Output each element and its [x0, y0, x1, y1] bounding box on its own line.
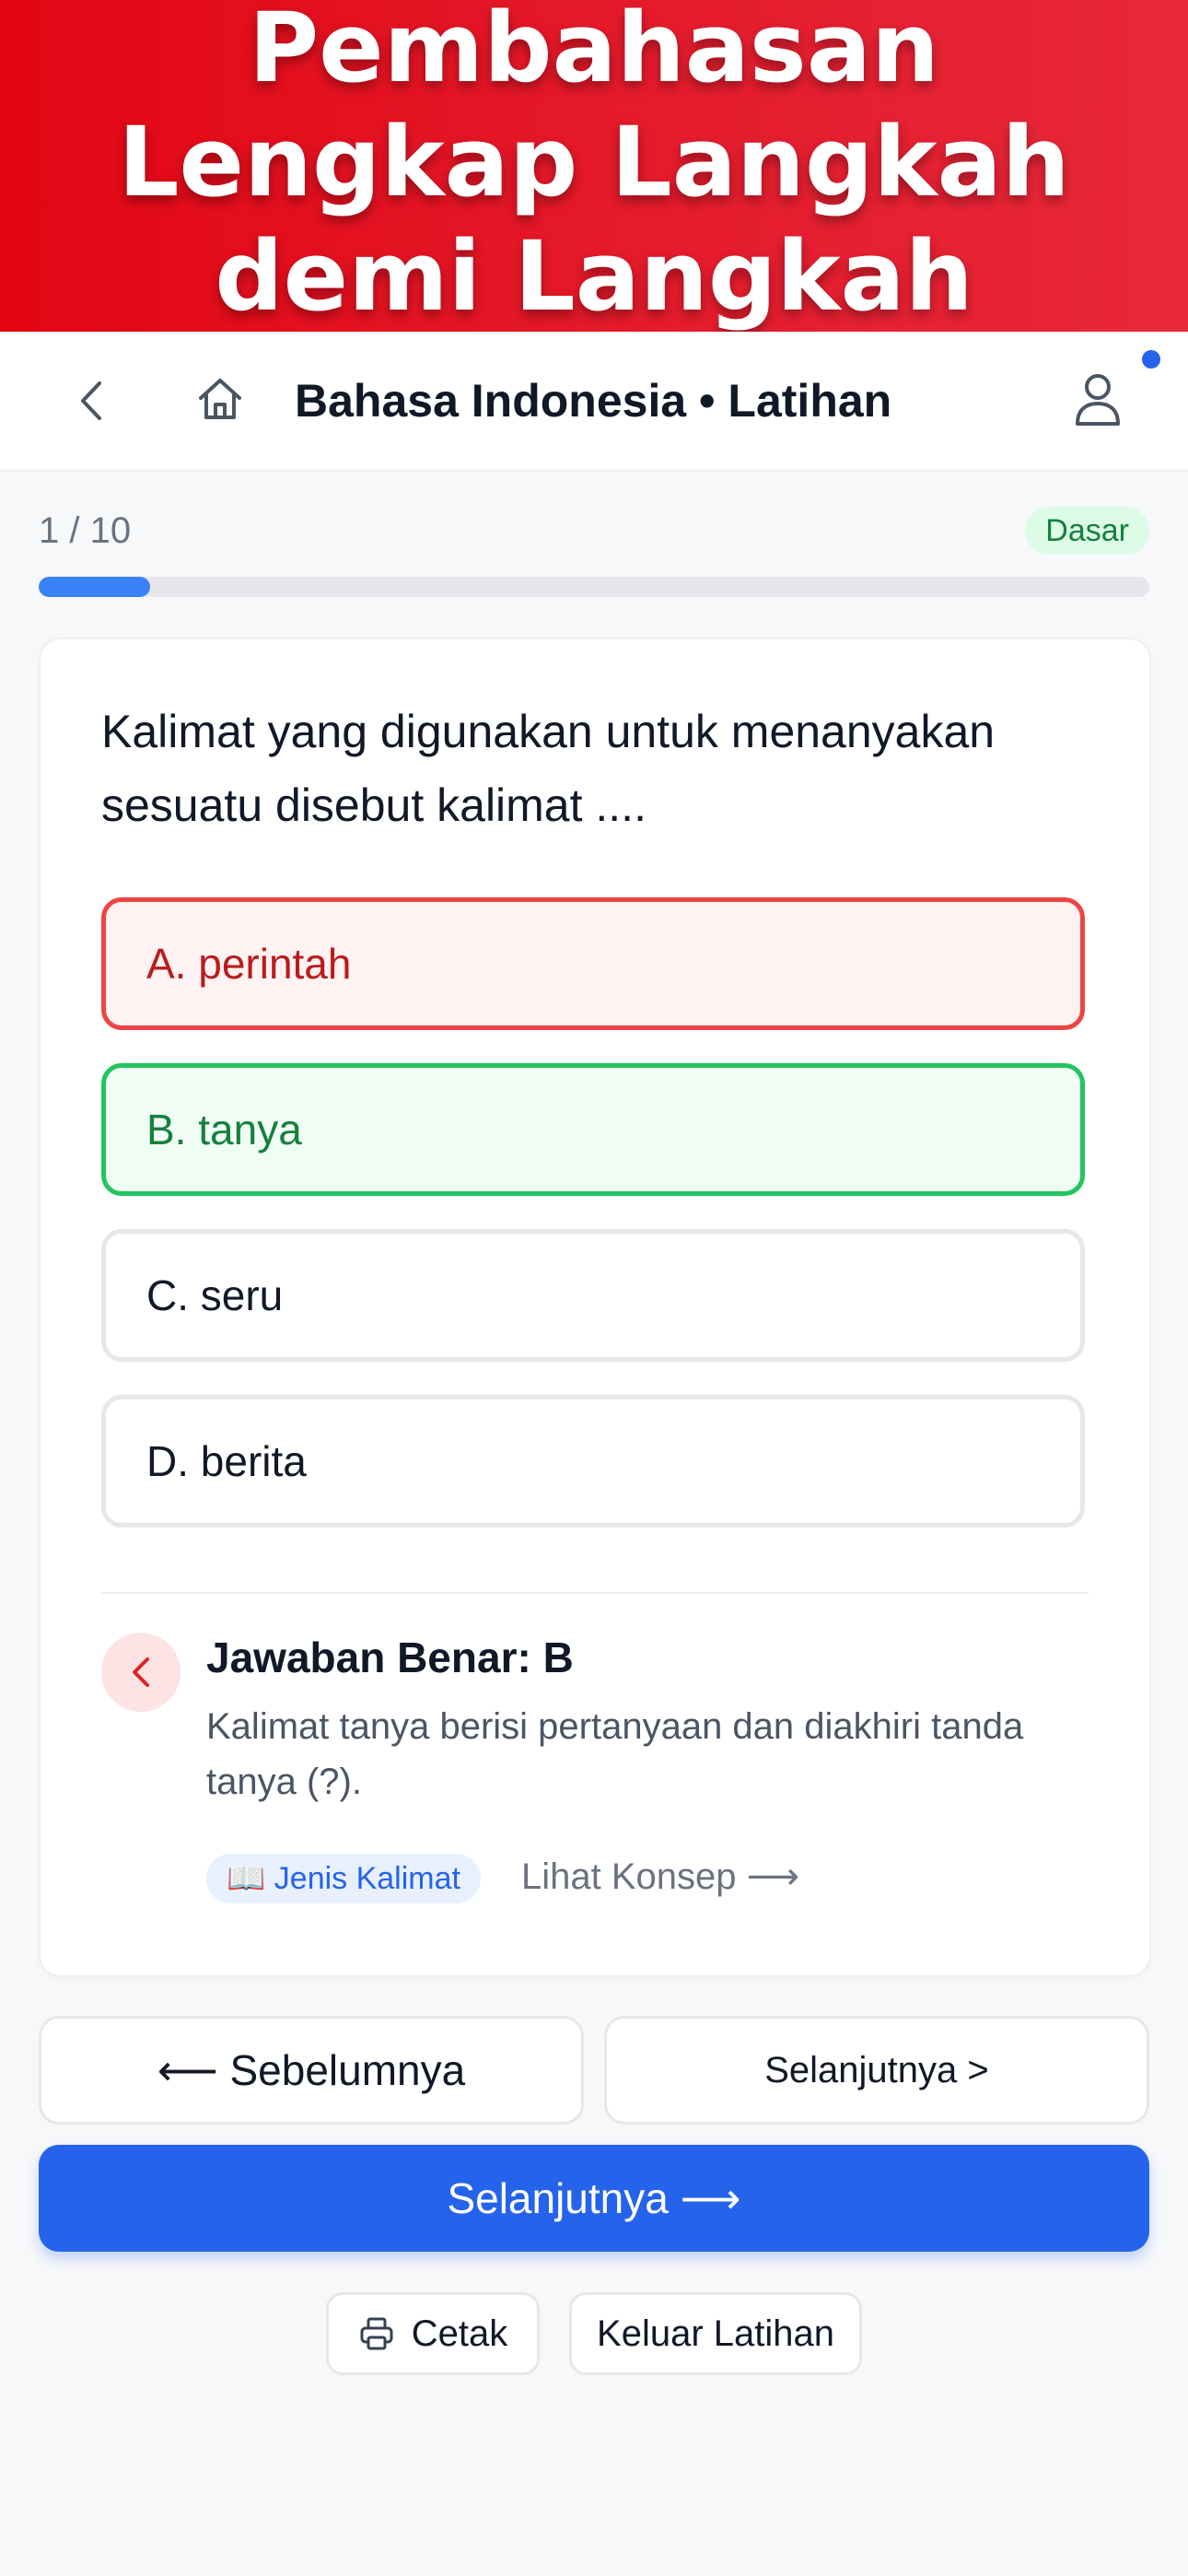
back-icon[interactable]: [74, 378, 111, 424]
option-c[interactable]: C. seru: [101, 1229, 1085, 1362]
question-text: Kalimat yang digunakan untuk menanyakan …: [101, 706, 996, 831]
progress-header: 1 / 10 Dasar: [39, 507, 1149, 562]
option-a[interactable]: A. perintah: [101, 897, 1085, 1030]
question-card: Kalimat yang digunakan untuk menanyakan …: [39, 638, 1151, 1977]
print-label: Cetak: [411, 2313, 508, 2354]
correct-answer-title: Jawaban Benar: B: [206, 1633, 574, 1681]
chevron-left-icon[interactable]: [101, 1633, 181, 1712]
printer-icon: [360, 2317, 393, 2350]
print-button[interactable]: Cetak: [326, 2292, 540, 2375]
question-counter: 1 / 10: [39, 510, 132, 551]
progress-bar-fill: [39, 577, 150, 597]
see-concept-link[interactable]: Lihat Konsep ⟶: [521, 1856, 799, 1898]
explanation-text: Kalimat tanya berisi pertanyaan dan diak…: [206, 1706, 1024, 1802]
promo-banner: Pembahasan Lengkap Langkah demi Langkah: [0, 0, 1188, 332]
next-button[interactable]: Selanjutnya >: [604, 2016, 1149, 2125]
page-title: Bahasa Indonesia • Latihan: [295, 375, 892, 427]
option-b[interactable]: B. tanya: [101, 1063, 1085, 1196]
home-icon[interactable]: [195, 374, 245, 424]
exit-practice-button[interactable]: Keluar Latihan: [569, 2292, 862, 2375]
banner-title: Pembahasan Lengkap Langkah demi Langkah: [118, 0, 1070, 332]
previous-button[interactable]: ⟵ Sebelumnya: [39, 2016, 584, 2125]
progress-bar: [39, 577, 1149, 597]
user-icon[interactable]: [1072, 370, 1124, 429]
primary-next-button[interactable]: Selanjutnya ⟶: [39, 2145, 1149, 2252]
option-d[interactable]: D. berita: [101, 1395, 1085, 1528]
divider: [101, 1592, 1089, 1594]
concept-tag[interactable]: 📖 Jenis Kalimat: [206, 1854, 481, 1903]
top-app-bar: Bahasa Indonesia • Latihan: [0, 332, 1188, 470]
level-badge: Dasar: [1025, 507, 1149, 555]
notification-dot: [1142, 350, 1160, 369]
